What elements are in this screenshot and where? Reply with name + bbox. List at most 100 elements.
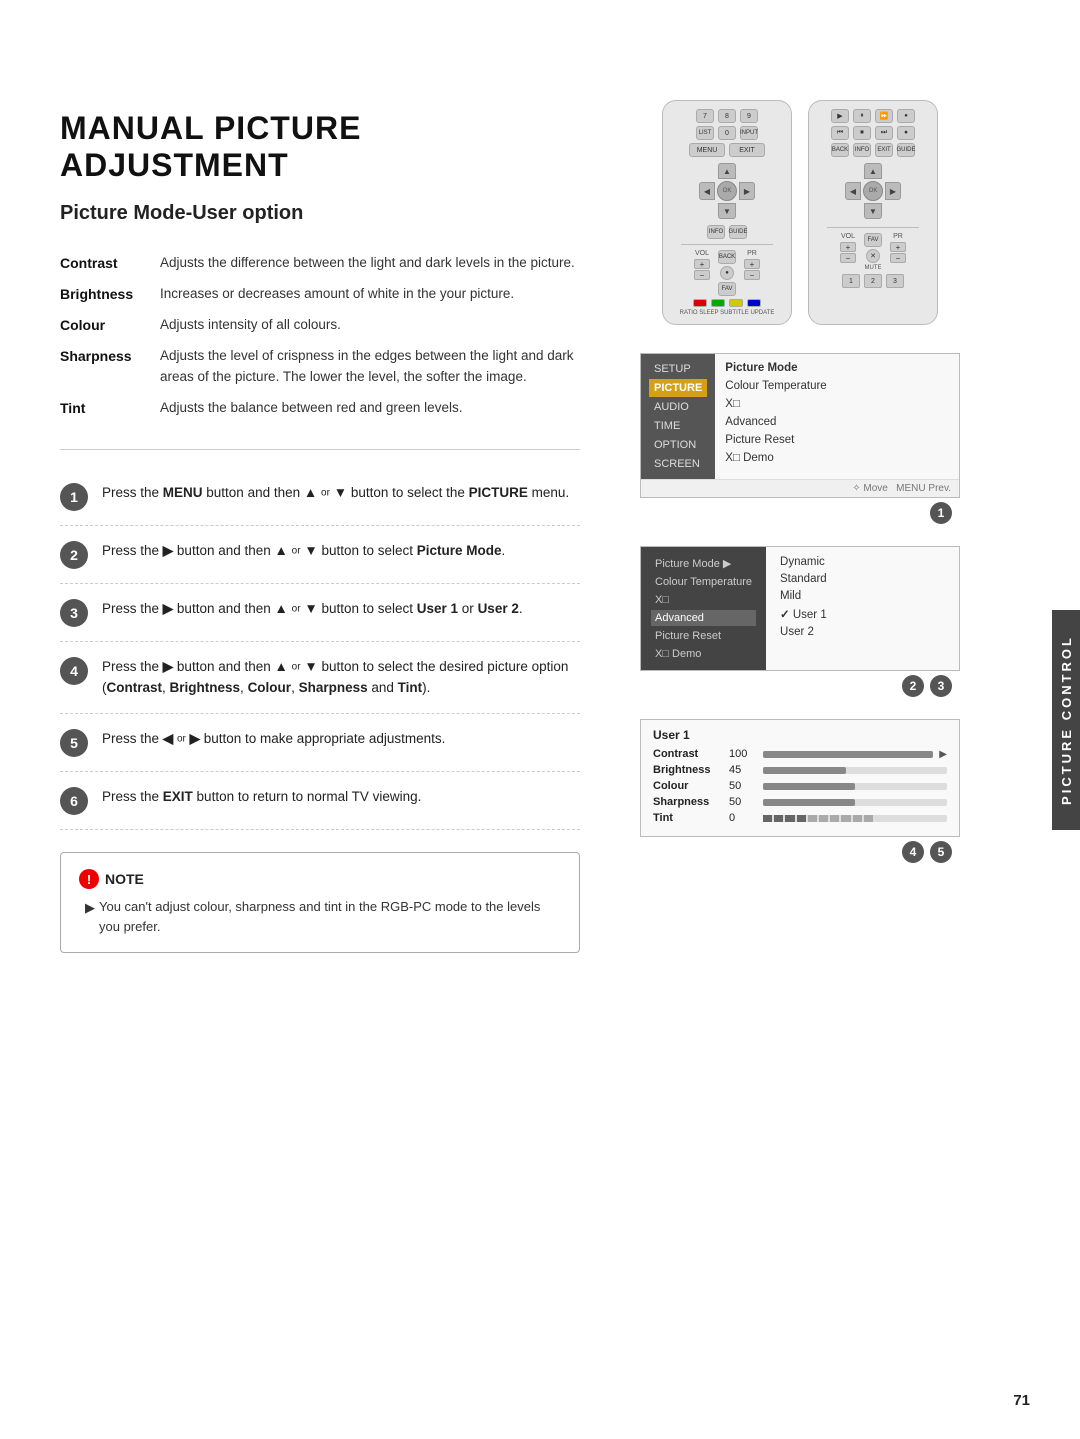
dpad2-left[interactable]: ◀ <box>845 182 861 200</box>
page-title: MANUAL PICTURE ADJUSTMENT <box>60 110 580 184</box>
us-label-sharpness: Sharpness <box>653 796 723 808</box>
r2-vol-down[interactable]: − <box>840 253 856 263</box>
menu-r-picture-reset: Picture Reset <box>725 432 826 448</box>
step-4: 4 Press the ▶ button and then ▲ or ▼ but… <box>60 642 580 714</box>
menu-box-1-inner: SETUP PICTURE AUDIO TIME OPTION SCREEN P… <box>641 354 959 479</box>
divider-1 <box>60 449 580 450</box>
dpad-up[interactable]: ▲ <box>718 163 736 179</box>
feature-label-brightness: Brightness <box>60 284 160 305</box>
dpad2-down[interactable]: ▼ <box>864 203 882 219</box>
vol-pr-section: VOL + − BACK ● FAV PR + <box>694 250 760 296</box>
pm-mild: Mild <box>780 589 827 603</box>
step-circle-1: 1 <box>60 483 88 511</box>
step-text-2: Press the ▶ button and then ▲ or ▼ butto… <box>102 540 505 562</box>
color-btn-red[interactable] <box>693 299 707 307</box>
right-content: 7 8 9 LIST 0 INPUT MENU EXIT ▲ ▼ ◀ ▶ <box>620 60 1000 1379</box>
us-value-contrast: 100 <box>729 748 757 760</box>
us-value-brightness: 45 <box>729 764 757 776</box>
r2-btn-mute[interactable]: ✕ <box>866 249 880 263</box>
r2-btn-rew[interactable]: ⏮ <box>831 126 849 140</box>
r2-pr-down[interactable]: − <box>890 253 906 263</box>
dpad2-right[interactable]: ▶ <box>885 182 901 200</box>
user-box-title: User 1 <box>653 728 947 742</box>
btn-guide[interactable]: GUIDE <box>729 225 747 239</box>
badge-3: 3 <box>930 675 952 697</box>
r2-btn-pause[interactable]: ⏸ <box>853 109 871 123</box>
feature-label-colour: Colour <box>60 315 160 336</box>
dpad-left[interactable]: ◀ <box>699 182 715 200</box>
dpad-ok[interactable]: OK <box>717 181 737 201</box>
color-btn-green[interactable] <box>711 299 725 307</box>
menu-box-1: SETUP PICTURE AUDIO TIME OPTION SCREEN P… <box>640 353 960 498</box>
vol-down[interactable]: − <box>694 270 710 280</box>
pm-advanced: Advanced <box>651 610 756 626</box>
menu-box-2: Picture Mode ▶ Colour Temperature X□ Adv… <box>640 546 960 671</box>
r2-btn-back[interactable]: BACK <box>831 143 849 157</box>
menu1-badge-row: 1 <box>640 498 960 528</box>
btn-info[interactable]: INFO <box>707 225 725 239</box>
menu-r-colour-temp: Colour Temperature <box>725 378 826 394</box>
color-btn-blue[interactable] <box>747 299 761 307</box>
r2-vol-up[interactable]: + <box>840 242 856 252</box>
step-2: 2 Press the ▶ button and then ▲ or ▼ but… <box>60 526 580 584</box>
pm-user1: User 1 <box>780 606 827 622</box>
note-bullet-arrow: ▶ <box>85 898 95 918</box>
step-3: 3 Press the ▶ button and then ▲ or ▼ but… <box>60 584 580 642</box>
menu-box-2-wrapper: Picture Mode ▶ Colour Temperature X□ Adv… <box>640 546 960 701</box>
menu-time: TIME <box>649 417 707 435</box>
pr-up[interactable]: + <box>744 259 760 269</box>
btn-0[interactable]: 0 <box>718 126 736 140</box>
btn-9[interactable]: 9 <box>740 109 758 123</box>
bottom-labels: RATIO SLEEP SUBTITLE UPDATE <box>680 310 775 316</box>
badge-1: 1 <box>930 502 952 524</box>
btn-8[interactable]: 8 <box>718 109 736 123</box>
us-bar-tint <box>763 815 947 822</box>
btn-fav[interactable]: FAV <box>718 282 736 296</box>
btn-mute-mid[interactable]: ● <box>720 266 734 280</box>
menu-box-3-wrapper: User 1 Contrast 100 ▶ Brightness 45 <box>640 719 960 867</box>
dpad: ▲ ▼ ◀ ▶ OK <box>699 163 755 219</box>
r2-pr-up[interactable]: + <box>890 242 906 252</box>
r2-btn-guide[interactable]: GUIDE <box>897 143 915 157</box>
r2-btn-stop[interactable]: ⏹ <box>853 126 871 140</box>
dpad-down[interactable]: ▼ <box>718 203 736 219</box>
vol-up[interactable]: + <box>694 259 710 269</box>
btn-list[interactable]: LIST <box>696 126 714 140</box>
r2-btn-ff[interactable]: ⏩ <box>875 109 893 123</box>
tint-seg-1 <box>763 815 772 822</box>
dpad2-ok[interactable]: OK <box>863 181 883 201</box>
color-btn-yellow[interactable] <box>729 299 743 307</box>
r2-btn-extra[interactable]: ● <box>897 109 915 123</box>
tint-seg-9 <box>853 815 862 822</box>
step-5: 5 Press the ◀ or ▶ button to make approp… <box>60 714 580 772</box>
dpad2-up[interactable]: ▲ <box>864 163 882 179</box>
step-text-3: Press the ▶ button and then ▲ or ▼ butto… <box>102 598 523 620</box>
r2-vol-pr: VOL + − FAV ✕ MUTE PR + <box>840 233 906 271</box>
feature-contrast: Contrast Adjusts the difference between … <box>60 253 580 274</box>
btn-menu[interactable]: MENU <box>689 143 725 157</box>
r2-btn-fav[interactable]: FAV <box>864 233 882 247</box>
feature-label-contrast: Contrast <box>60 253 160 274</box>
r2-btn-play[interactable]: ▶ <box>831 109 849 123</box>
r2-btn-exit[interactable]: EXIT <box>875 143 893 157</box>
dpad-right[interactable]: ▶ <box>739 182 755 200</box>
btn-back[interactable]: BACK <box>718 250 736 264</box>
r2-num-2[interactable]: 2 <box>864 274 882 288</box>
pm-standard: Standard <box>780 572 827 586</box>
r2-btn-info[interactable]: INFO <box>853 143 871 157</box>
btn-input[interactable]: INPUT <box>740 126 758 140</box>
step-text-6: Press the EXIT button to return to norma… <box>102 786 421 808</box>
step-circle-5: 5 <box>60 729 88 757</box>
btn-exit[interactable]: EXIT <box>729 143 765 157</box>
badge-2: 2 <box>902 675 924 697</box>
pm-dynamic: Dynamic <box>780 555 827 569</box>
user-settings-box: User 1 Contrast 100 ▶ Brightness 45 <box>640 719 960 837</box>
r2-num-3[interactable]: 3 <box>886 274 904 288</box>
pr-down[interactable]: − <box>744 270 760 280</box>
r2-btn-rec[interactable]: ⏺ <box>897 126 915 140</box>
r2-btn-skip[interactable]: ⏭ <box>875 126 893 140</box>
step-text-1: Press the MENU button and then ▲ or ▼ bu… <box>102 482 569 504</box>
btn-7[interactable]: 7 <box>696 109 714 123</box>
r2-num-1[interactable]: 1 <box>842 274 860 288</box>
us-value-tint: 0 <box>729 812 757 824</box>
